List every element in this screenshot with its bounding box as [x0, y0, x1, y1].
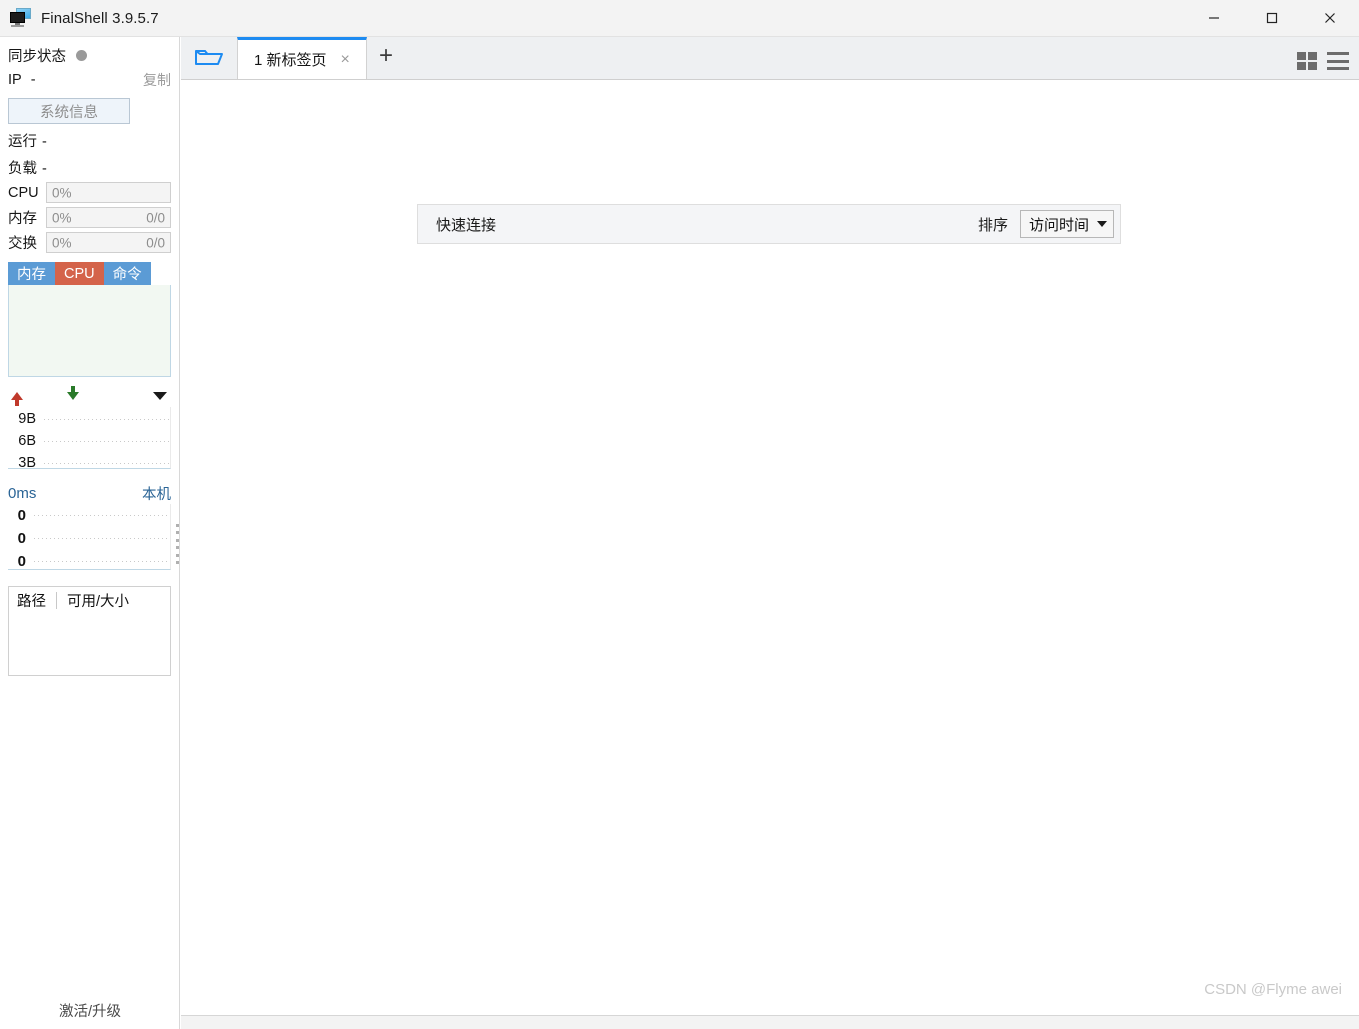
window-title: FinalShell 3.9.5.7: [41, 9, 159, 27]
sort-label: 排序: [977, 216, 1008, 234]
swap-meter-percent: 0%: [52, 235, 72, 250]
latency-host-label: 本机: [142, 487, 171, 503]
window-controls: [1185, 0, 1359, 37]
uptime-label: 运行: [8, 134, 37, 150]
ip-value: -: [30, 72, 36, 88]
memory-meter-label: 内存: [8, 211, 37, 227]
hamburger-menu-icon[interactable]: [1327, 52, 1349, 70]
monitor-tabs: 内存 CPU 命令: [8, 262, 171, 285]
network-menu-caret-down-icon[interactable]: [153, 392, 167, 400]
network-gridline: [44, 418, 170, 420]
cpu-meter-percent: 0%: [52, 185, 72, 200]
chevron-down-icon: [1097, 221, 1107, 227]
swap-meter-row: 交换 0% 0/0: [0, 228, 179, 253]
close-button[interactable]: [1301, 0, 1359, 37]
swap-meter-label: 交换: [8, 236, 37, 252]
sync-status-row: 同步状态: [0, 37, 179, 65]
tab-command[interactable]: 命令: [103, 262, 151, 285]
new-tab-button[interactable]: +: [367, 37, 405, 79]
memory-meter-amount: 0/0: [146, 210, 165, 225]
quick-connect-panel: 快速连接 排序 访问时间: [417, 204, 1121, 244]
latency-scale-label: 0: [17, 530, 26, 547]
latency-gridline: [34, 538, 170, 539]
swap-meter-bar: 0% 0/0: [46, 232, 171, 253]
arrow-up-icon: [11, 392, 23, 406]
load-row: 负载 -: [0, 151, 179, 178]
cpu-meter-row: CPU 0%: [0, 178, 179, 203]
sidebar: 同步状态 IP - 复制 系统信息 运行- 负载- CPU 0% 内存 0%: [0, 37, 180, 1029]
disk-table: 路径 可用/大小: [8, 586, 171, 676]
quick-connect-title: 快速连接: [436, 216, 497, 234]
tab-memory[interactable]: 内存: [8, 262, 55, 285]
latency-graph: 0 0 0: [8, 504, 171, 570]
disk-table-header: 路径 可用/大小: [9, 587, 170, 613]
arrow-down-icon: [67, 386, 79, 400]
system-info-button[interactable]: 系统信息: [8, 98, 130, 124]
copy-ip-link[interactable]: 复制: [143, 70, 171, 90]
memory-meter-row: 内存 0% 0/0: [0, 203, 179, 228]
uptime-row: 运行 -: [0, 124, 179, 151]
title-bar: FinalShell 3.9.5.7: [0, 0, 1359, 37]
network-scale-label: 3B: [18, 455, 36, 471]
open-folder-icon[interactable]: [181, 37, 237, 79]
uptime-value: -: [42, 134, 47, 150]
latency-header: 0ms 本机: [8, 483, 171, 504]
cpu-meter-bar: 0%: [46, 182, 171, 203]
monitor-chart-area: [8, 285, 171, 377]
monitor-icon: [10, 7, 32, 29]
network-scale-label: 9B: [18, 411, 36, 427]
ip-row: IP - 复制: [0, 65, 179, 90]
disk-column-path: 路径: [17, 593, 46, 610]
ip-label: IP: [8, 72, 22, 88]
swap-meter-amount: 0/0: [146, 235, 165, 250]
sort-dropdown[interactable]: 访问时间: [1019, 210, 1114, 238]
tab-cpu[interactable]: CPU: [55, 262, 104, 285]
grid-view-icon[interactable]: [1297, 52, 1317, 70]
tab-new-tab[interactable]: 1 新标签页 ×: [237, 37, 367, 79]
latency-gridline: [34, 561, 170, 562]
network-graph: 9B 6B 3B: [8, 407, 171, 471]
load-value: -: [42, 161, 47, 177]
tab-bar-tools: [1297, 52, 1349, 70]
latency-scale-label: 0: [17, 553, 26, 570]
memory-meter-bar: 0% 0/0: [46, 207, 171, 228]
disk-column-size: 可用/大小: [67, 593, 130, 610]
load-label: 负载: [8, 161, 37, 177]
latency-gridline: [34, 515, 170, 516]
activate-upgrade-link[interactable]: 激活/升级: [0, 1000, 180, 1021]
watermark-text: CSDN @Flyme awei: [1204, 981, 1342, 998]
minimize-button[interactable]: [1185, 0, 1243, 37]
sync-status-indicator: [76, 49, 87, 61]
tab-bar: 1 新标签页 × +: [181, 37, 1359, 80]
maximize-button[interactable]: [1243, 0, 1301, 37]
tab-label: 1 新标签页: [254, 52, 327, 69]
memory-meter-percent: 0%: [52, 210, 72, 225]
finalshell-window: FinalShell 3.9.5.7 同步状态 IP - 复制 系统信息 运行 -: [0, 0, 1359, 1029]
main-content: 快速连接 排序 访问时间 CSDN @Flyme awei: [181, 80, 1359, 1015]
sort-dropdown-value: 访问时间: [1028, 216, 1089, 234]
cpu-meter-label: CPU: [8, 184, 39, 201]
tab-close-icon[interactable]: ×: [341, 51, 350, 68]
network-gridline: [44, 440, 170, 442]
network-header: [8, 386, 171, 406]
sidebar-splitter-handle[interactable]: [174, 524, 181, 564]
sync-status-label: 同步状态: [8, 48, 66, 65]
latency-scale-label: 0: [17, 507, 26, 524]
status-bar: [181, 1015, 1359, 1029]
network-scale-label: 6B: [18, 433, 36, 449]
latency-value: 0ms: [8, 485, 37, 502]
column-divider: [56, 591, 57, 609]
network-gridline: [44, 462, 170, 464]
